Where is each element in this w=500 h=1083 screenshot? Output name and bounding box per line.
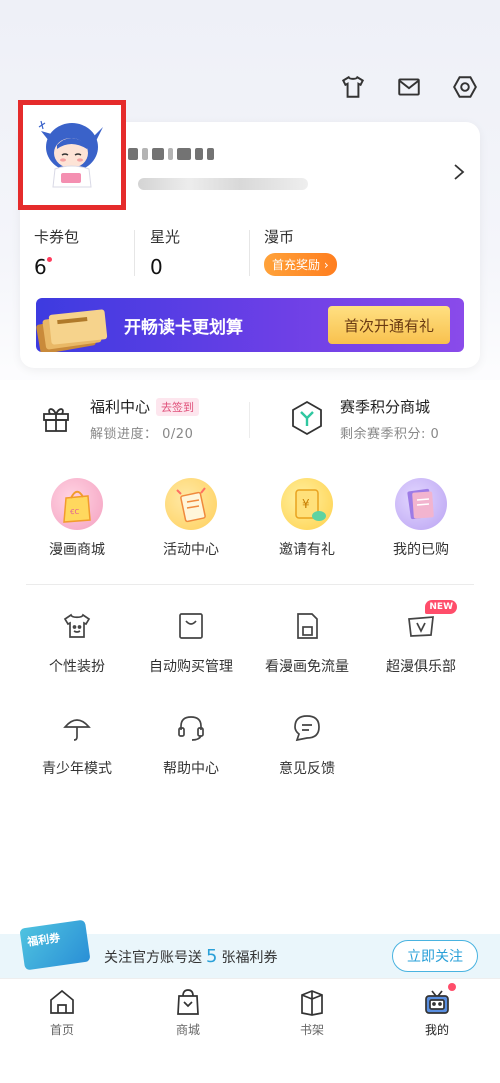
chevron-right-icon[interactable] [452, 162, 466, 182]
grid-item-comic-store[interactable]: ꞓc 漫画商城 [22, 478, 132, 559]
grid-label: 邀请有礼 [279, 542, 335, 558]
svg-text:¥: ¥ [302, 497, 310, 511]
mail-icon[interactable] [394, 72, 424, 102]
stat-value: 0 [150, 255, 163, 279]
vip-open-button[interactable]: 首次开通有礼 [328, 306, 450, 344]
home-icon [47, 987, 77, 1017]
header-actions [338, 72, 480, 102]
tab-label: 商城 [175, 1023, 200, 1037]
stat-label: 星光 [150, 228, 181, 246]
divider [26, 584, 474, 585]
grid-label: 意见反馈 [279, 761, 335, 777]
divider [134, 230, 135, 276]
store-icon [173, 987, 203, 1017]
avatar-image [38, 120, 103, 188]
vip-club-icon: NEW [405, 600, 457, 642]
hexagon-y-icon [292, 400, 322, 436]
stat-label: 漫币 [264, 228, 295, 246]
grid-item-help-center[interactable]: 帮助中心 [136, 712, 246, 778]
tab-profile[interactable]: 我的 [397, 983, 477, 1038]
profile-tv-icon [422, 983, 456, 1017]
activity-icon [165, 478, 217, 530]
grid-item-feedback[interactable]: 意见反馈 [252, 712, 362, 778]
follow-promo-bar[interactable]: 福利券 关注官方账号送 5 张福利券 立即关注 [0, 919, 500, 978]
tab-label: 书架 [299, 1023, 324, 1037]
vip-banner-text: 开畅读卡更划算 [124, 318, 243, 338]
shopping-bag-icon: ꞓc [51, 478, 103, 530]
grid-label: 我的已购 [393, 542, 449, 558]
divider [249, 402, 250, 438]
grid-label: 自动购买管理 [149, 659, 233, 675]
grid-item-purchased[interactable]: 我的已购 [366, 478, 476, 559]
grid-item-teen-mode[interactable]: 青少年模式 [22, 712, 132, 778]
grid-label: 超漫俱乐部 [386, 659, 456, 675]
grid-item-vip-club[interactable]: NEW 超漫俱乐部 [366, 600, 476, 676]
stat-coins[interactable]: 漫币 首充奖励 › [264, 226, 337, 276]
feedback-icon [291, 712, 323, 744]
username-redacted [128, 146, 218, 162]
tab-bookshelf[interactable]: 书架 [272, 987, 352, 1038]
unlock-progress-value: 0/20 [162, 427, 194, 442]
umbrella-icon [61, 712, 93, 744]
first-recharge-reward-button[interactable]: 首充奖励 › [264, 253, 337, 276]
grid-item-activity-center[interactable]: 活动中心 [136, 478, 246, 559]
headset-icon [175, 712, 207, 744]
grid-label: 看漫画免流量 [265, 659, 349, 675]
stats-row: 卡券包 6 星光 0 漫币 首充奖励 › [20, 226, 480, 286]
notification-dot [448, 983, 456, 991]
grid-item-dress-up[interactable]: 个性装扮 [22, 610, 132, 676]
tab-home[interactable]: 首页 [22, 987, 102, 1038]
grid-label: 个性装扮 [49, 659, 105, 675]
stat-value: 6 [34, 255, 52, 279]
grid-item-invite[interactable]: ¥ 邀请有礼 [252, 478, 362, 559]
bottom-tab-bar: 首页 商城 书架 我的 [0, 978, 500, 1083]
card-stack-icon [36, 309, 108, 352]
promo-text: 关注官方账号送 5 张福利券 [104, 946, 278, 967]
gift-icon [43, 408, 69, 432]
stat-starlight[interactable]: 星光 0 [150, 226, 180, 279]
grid-label: 帮助中心 [163, 761, 219, 777]
grid-label: 青少年模式 [42, 761, 112, 777]
vip-banner[interactable]: 开畅读卡更划算 首次开通有礼 [36, 298, 464, 352]
bookshelf-icon [297, 987, 327, 1017]
notification-dot [46, 257, 52, 262]
welfare-title: 福利中心 [90, 398, 151, 416]
follow-now-button[interactable]: 立即关注 [392, 940, 478, 972]
tab-label: 首页 [49, 1023, 74, 1037]
invite-icon: ¥ [281, 478, 333, 530]
season-points-store[interactable]: 赛季积分商城 剩余赛季积分: 0 [290, 390, 480, 450]
coupon-card-icon: 福利券 [19, 919, 91, 971]
stat-label: 卡券包 [34, 228, 80, 246]
stat-coupon[interactable]: 卡券包 6 [34, 226, 79, 279]
divider [249, 230, 250, 276]
grid-label: 漫画商城 [49, 542, 105, 558]
new-badge: NEW [425, 600, 457, 614]
grid-label: 活动中心 [163, 542, 219, 558]
purchased-book-icon [395, 478, 447, 530]
sim-card-icon [291, 610, 323, 642]
grid-item-auto-buy[interactable]: 自动购买管理 [136, 610, 246, 676]
grid-item-free-data[interactable]: 看漫画免流量 [252, 610, 362, 676]
shirt-icon[interactable] [338, 72, 368, 102]
auto-buy-icon [175, 610, 207, 642]
welfare-row: 福利中心 去签到 解锁进度： 0/20 赛季积分商城 剩余赛季积分: 0 [0, 390, 500, 450]
welfare-center[interactable]: 福利中心 去签到 解锁进度： 0/20 [40, 390, 240, 450]
tab-store[interactable]: 商城 [148, 987, 228, 1038]
tab-label: 我的 [424, 1023, 449, 1037]
svg-text:ꞓc: ꞓc [70, 507, 79, 517]
user-id-redacted [138, 178, 308, 190]
season-store-title: 赛季积分商城 [340, 398, 431, 416]
shirt-icon [61, 610, 93, 642]
avatar[interactable] [18, 100, 126, 210]
sign-in-tag[interactable]: 去签到 [156, 397, 200, 416]
season-points-remaining: 剩余赛季积分: 0 [340, 427, 440, 442]
unlock-progress-label: 解锁进度： [90, 427, 158, 442]
settings-icon[interactable] [450, 72, 480, 102]
